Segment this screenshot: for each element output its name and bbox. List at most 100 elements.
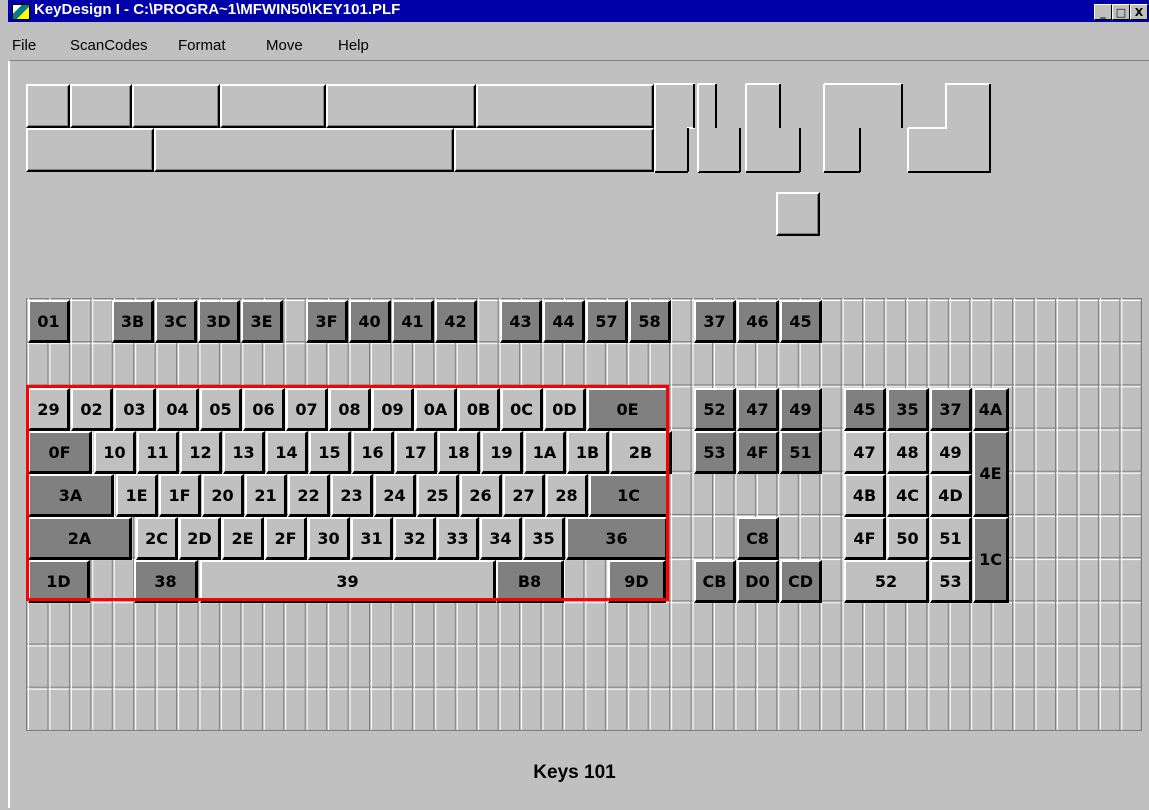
key-caps-row[interactable]: 28	[546, 474, 588, 517]
key-arrow[interactable]: D0	[737, 560, 779, 603]
menu-format[interactable]: Format	[178, 37, 226, 54]
palette-key-1u[interactable]	[26, 84, 70, 128]
maximize-button[interactable]: □	[1112, 4, 1130, 20]
key-function[interactable]: 44	[543, 300, 585, 343]
minimize-button[interactable]: _	[1094, 4, 1112, 20]
palette-key-wide[interactable]	[454, 128, 654, 172]
key-number[interactable]: 0D	[544, 388, 586, 431]
key-function[interactable]: 37	[694, 300, 736, 343]
key-number[interactable]: 07	[286, 388, 328, 431]
key-caps-row[interactable]: 23	[331, 474, 373, 517]
key-numpad[interactable]: 4D	[930, 474, 972, 517]
key-function[interactable]: 3C	[155, 300, 197, 343]
key-bottom-row[interactable]: B8	[496, 560, 564, 603]
key-tab-row[interactable]: 11	[137, 431, 179, 474]
key-tab-row[interactable]: 15	[309, 431, 351, 474]
key-numpad[interactable]: 53	[930, 560, 972, 603]
key-tab-row[interactable]: 2B	[610, 431, 672, 474]
key-function[interactable]: 3D	[198, 300, 240, 343]
key-tab-row[interactable]: 14	[266, 431, 308, 474]
key-caps-row[interactable]: 24	[374, 474, 416, 517]
key-caps-row[interactable]: 20	[202, 474, 244, 517]
key-number[interactable]: 05	[200, 388, 242, 431]
key-tab-row[interactable]: 10	[94, 431, 136, 474]
key-numpad[interactable]: 52	[844, 560, 929, 603]
key-numpad[interactable]: 1C	[973, 517, 1009, 603]
key-shift-row[interactable]: 31	[351, 517, 393, 560]
key-number[interactable]: 0E	[587, 388, 669, 431]
close-button[interactable]: X	[1130, 4, 1148, 20]
key-function[interactable]: 41	[392, 300, 434, 343]
key-caps-row[interactable]: 1F	[159, 474, 201, 517]
key-caps-row[interactable]: 1C	[589, 474, 669, 517]
key-tab-row[interactable]: 1B	[567, 431, 609, 474]
palette-key-2u[interactable]	[326, 84, 476, 128]
key-arrow[interactable]: C8	[737, 517, 779, 560]
key-shift-row[interactable]: 2D	[179, 517, 221, 560]
key-number[interactable]: 06	[243, 388, 285, 431]
key-function[interactable]: 40	[349, 300, 391, 343]
key-function[interactable]: 43	[500, 300, 542, 343]
key-shift-row[interactable]: 32	[394, 517, 436, 560]
key-number[interactable]: 09	[372, 388, 414, 431]
key-nav[interactable]: 52	[694, 388, 736, 431]
key-bottom-row[interactable]: 39	[200, 560, 496, 603]
key-shift-row[interactable]: 30	[308, 517, 350, 560]
key-function[interactable]: 01	[28, 300, 70, 343]
key-function[interactable]: 3F	[306, 300, 348, 343]
key-number[interactable]: 03	[114, 388, 156, 431]
key-number[interactable]: 29	[28, 388, 70, 431]
key-nav[interactable]: 49	[780, 388, 822, 431]
menu-scancodes[interactable]: ScanCodes	[70, 37, 148, 54]
key-shift-row[interactable]: 2F	[265, 517, 307, 560]
key-numpad[interactable]: 4B	[844, 474, 886, 517]
key-number[interactable]: 0A	[415, 388, 457, 431]
key-tab-row[interactable]: 17	[395, 431, 437, 474]
key-nav[interactable]: 4F	[737, 431, 779, 474]
key-function[interactable]: 3E	[241, 300, 283, 343]
key-number[interactable]: 08	[329, 388, 371, 431]
palette-key-1-75u[interactable]	[220, 84, 326, 128]
palette-key-2-25u[interactable]	[476, 84, 654, 128]
key-bottom-row[interactable]: 9D	[608, 560, 666, 603]
key-tab-row[interactable]: 18	[438, 431, 480, 474]
key-caps-row[interactable]: 27	[503, 474, 545, 517]
key-shift-row[interactable]: 36	[566, 517, 668, 560]
key-numpad[interactable]: 47	[844, 431, 886, 474]
key-caps-row[interactable]: 3A	[28, 474, 114, 517]
key-caps-row[interactable]: 1E	[116, 474, 158, 517]
menu-move[interactable]: Move	[266, 37, 303, 54]
key-numpad[interactable]: 4A	[973, 388, 1009, 431]
key-function[interactable]: 57	[586, 300, 628, 343]
palette-key-1-5u[interactable]	[132, 84, 220, 128]
key-numpad[interactable]: 50	[887, 517, 929, 560]
key-numpad[interactable]: 45	[844, 388, 886, 431]
key-number[interactable]: 0C	[501, 388, 543, 431]
palette-key-spacebar-short[interactable]	[154, 128, 454, 172]
key-shift-row[interactable]: 2E	[222, 517, 264, 560]
key-numpad[interactable]: 49	[930, 431, 972, 474]
key-nav[interactable]: 53	[694, 431, 736, 474]
key-arrow[interactable]: CD	[780, 560, 822, 603]
key-numpad[interactable]: 51	[930, 517, 972, 560]
key-shift-row[interactable]: 2C	[136, 517, 178, 560]
key-nav[interactable]: 47	[737, 388, 779, 431]
key-function[interactable]: 58	[629, 300, 671, 343]
key-caps-row[interactable]: 22	[288, 474, 330, 517]
key-tab-row[interactable]: 13	[223, 431, 265, 474]
key-caps-row[interactable]: 26	[460, 474, 502, 517]
key-numpad[interactable]: 48	[887, 431, 929, 474]
key-number[interactable]: 04	[157, 388, 199, 431]
palette-key-2-75u[interactable]	[26, 128, 154, 172]
key-caps-row[interactable]: 21	[245, 474, 287, 517]
key-shift-row[interactable]: 2A	[28, 517, 132, 560]
key-numpad[interactable]: 4C	[887, 474, 929, 517]
key-nav[interactable]: 51	[780, 431, 822, 474]
key-function[interactable]: 45	[780, 300, 822, 343]
key-shift-row[interactable]: 34	[480, 517, 522, 560]
key-numpad[interactable]: 37	[930, 388, 972, 431]
key-bottom-row[interactable]: 38	[134, 560, 198, 603]
key-tab-row[interactable]: 1A	[524, 431, 566, 474]
app-icon[interactable]	[12, 4, 30, 20]
key-number[interactable]: 0B	[458, 388, 500, 431]
